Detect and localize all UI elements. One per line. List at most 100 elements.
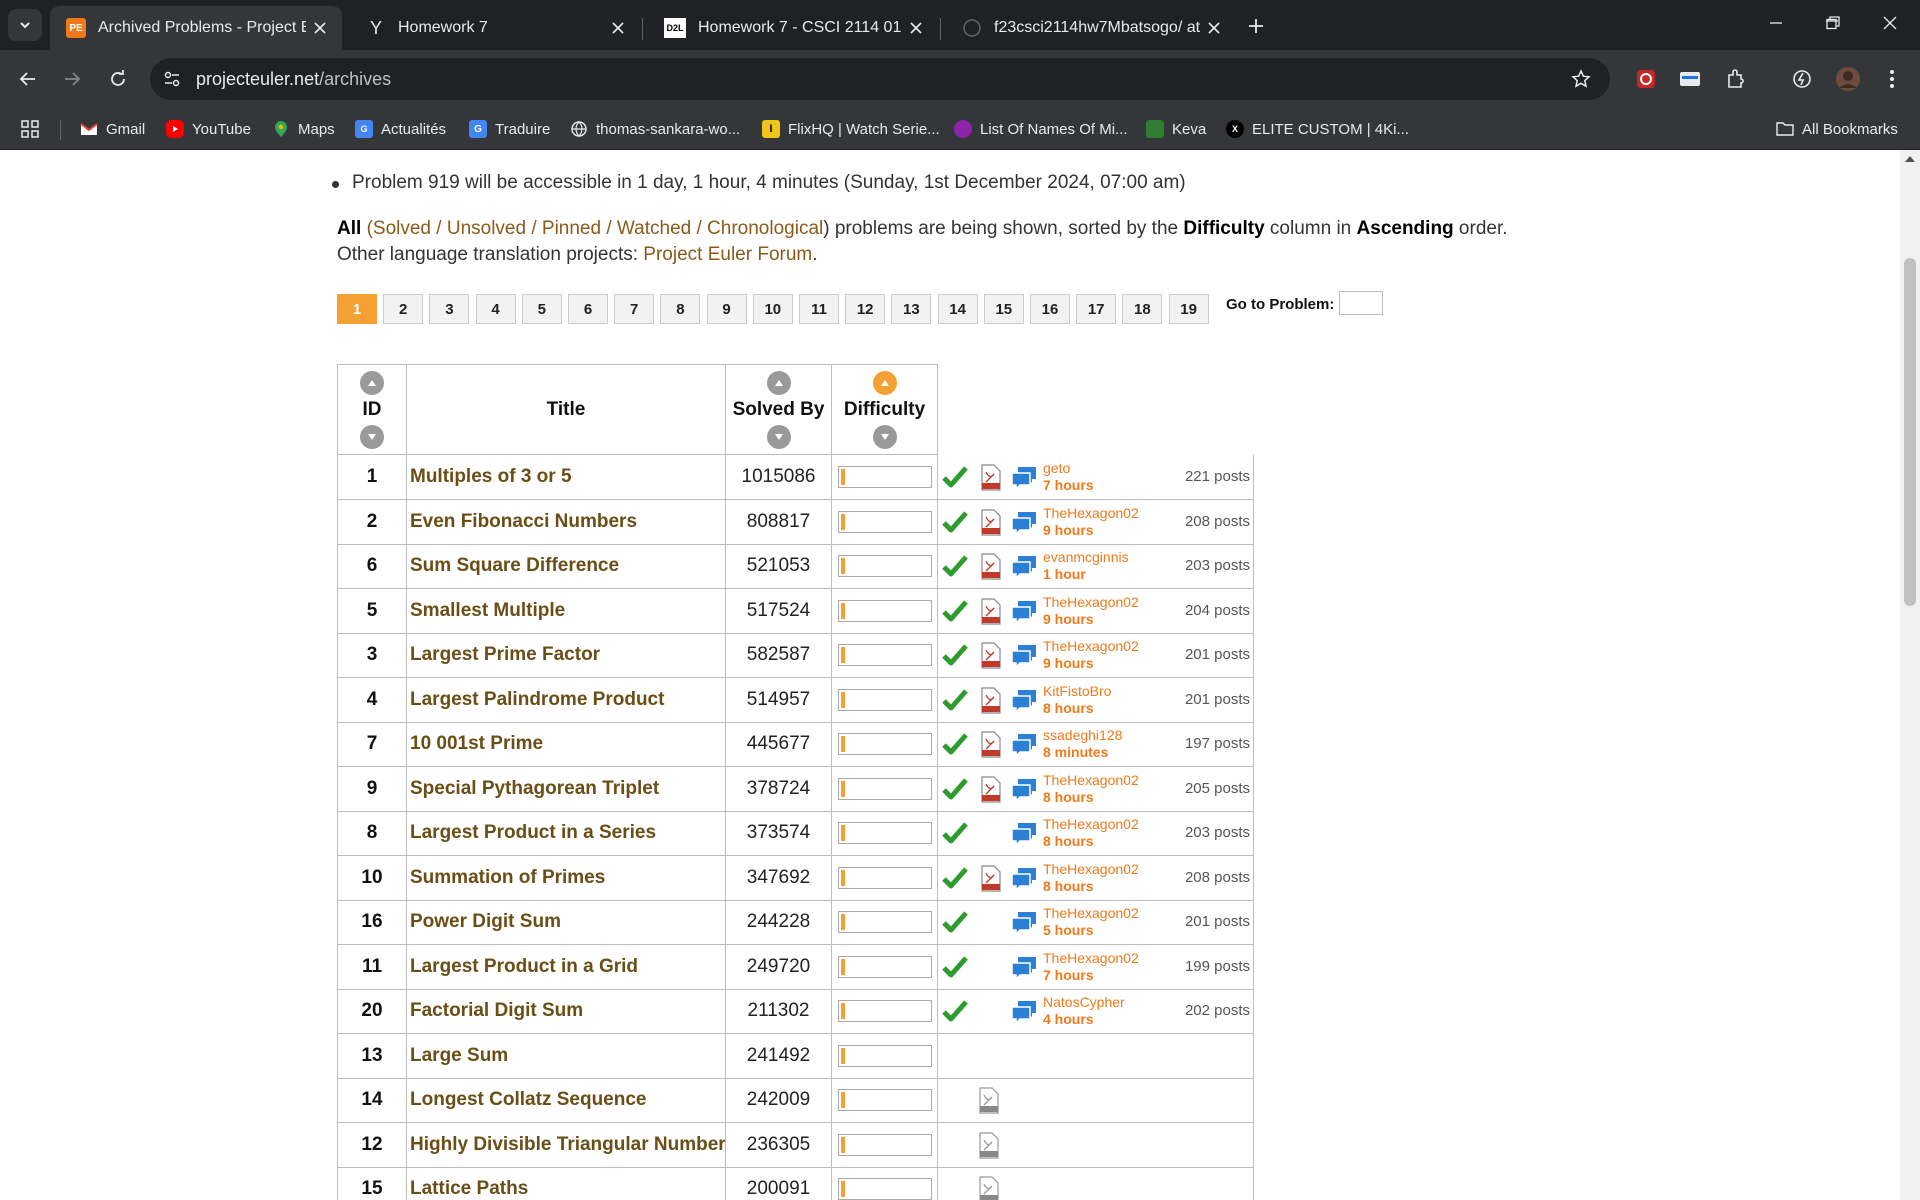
bookmark-star-icon[interactable] <box>1568 66 1594 92</box>
tab-search-button[interactable] <box>8 9 42 41</box>
new-tab-button[interactable] <box>1240 10 1272 42</box>
last-post-user[interactable]: TheHexagon02 <box>1043 950 1139 967</box>
tab-github-repo[interactable]: f23csci2114hw7Mbatsogo/ at m <box>946 6 1236 50</box>
site-info-icon[interactable] <box>158 65 186 93</box>
page-19-button[interactable]: 19 <box>1168 294 1209 324</box>
problem-title-link[interactable]: Factorial Digit Sum <box>406 989 726 1034</box>
page-17-button[interactable]: 17 <box>1076 294 1117 324</box>
extension-red-icon[interactable] <box>1630 63 1662 95</box>
bookmark-thomas-sankara[interactable]: thomas-sankara-wo... <box>570 117 740 141</box>
filter-pinned-link[interactable]: Pinned <box>542 218 601 239</box>
close-tab-icon[interactable] <box>306 14 334 42</box>
avatar[interactable] <box>1832 63 1864 95</box>
pdf-icon[interactable] <box>980 508 1002 536</box>
forum-bubble-icon[interactable] <box>1010 777 1038 803</box>
last-post-user[interactable]: KitFistoBro <box>1043 683 1111 700</box>
forum-bubble-icon[interactable] <box>1010 821 1038 847</box>
page-9-button[interactable]: 9 <box>706 294 747 324</box>
forum-bubble-icon[interactable] <box>1010 554 1038 580</box>
bookmark-traduire[interactable]: G Traduire <box>469 117 550 141</box>
pdf-icon[interactable] <box>980 686 1002 714</box>
extensions-puzzle-icon[interactable] <box>1720 63 1752 95</box>
last-post-user[interactable]: ssadeghi128 <box>1043 727 1122 744</box>
problem-title-link[interactable]: Summation of Primes <box>406 855 726 901</box>
close-tab-icon[interactable] <box>1200 14 1228 42</box>
pdf-icon[interactable] <box>980 775 1002 803</box>
forum-bubble-icon[interactable] <box>1010 866 1038 892</box>
page-8-button[interactable]: 8 <box>660 294 701 324</box>
problem-title-link[interactable]: Sum Square Difference <box>406 544 726 589</box>
page-5-button[interactable]: 5 <box>521 294 562 324</box>
last-post-user[interactable]: TheHexagon02 <box>1043 816 1139 833</box>
bookmark-maps[interactable]: Maps <box>272 117 335 141</box>
last-post-user[interactable]: TheHexagon02 <box>1043 772 1139 789</box>
sort-asc-id-button[interactable] <box>360 370 384 395</box>
bookmark-keva[interactable]: Keva <box>1146 117 1206 141</box>
sort-asc-difficulty-button[interactable] <box>872 370 897 395</box>
translation-forum-link[interactable]: Project Euler Forum <box>643 244 812 265</box>
tab-homework-7[interactable]: Y Homework 7 <box>350 6 640 50</box>
kebab-menu-icon[interactable] <box>1876 63 1908 95</box>
address-bar[interactable]: projecteuler.net/archives <box>150 58 1610 100</box>
tab-project-euler[interactable]: PE Archived Problems - Project Eul <box>50 6 342 50</box>
problem-title-link[interactable]: Largest Product in a Grid <box>406 944 726 990</box>
forum-bubble-icon[interactable] <box>1010 643 1038 669</box>
pdf-icon[interactable] <box>980 553 1002 580</box>
last-post-user[interactable]: TheHexagon02 <box>1043 594 1139 611</box>
sort-desc-solved-button[interactable] <box>766 424 791 449</box>
scrollbar-thumb[interactable] <box>1904 258 1916 606</box>
last-post-user[interactable]: TheHexagon02 <box>1043 861 1139 878</box>
last-post-user[interactable]: TheHexagon02 <box>1043 905 1139 922</box>
page-10-button[interactable]: 10 <box>752 294 793 324</box>
page-1-button[interactable]: 1 <box>337 294 377 324</box>
problem-title-link[interactable]: Largest Product in a Series <box>406 811 726 856</box>
page-16-button[interactable]: 16 <box>1030 294 1070 324</box>
pdf-icon[interactable] <box>978 1176 1000 1200</box>
problem-title-link[interactable]: 10 001st Prime <box>406 722 726 767</box>
bookmark-flixhq[interactable]: I FlixHQ | Watch Serie... <box>762 117 940 141</box>
forum-bubble-icon[interactable] <box>1010 688 1038 714</box>
filter-watched-link[interactable]: Watched <box>617 218 691 239</box>
pdf-icon[interactable] <box>980 642 1002 669</box>
extension-bar-icon[interactable] <box>1674 63 1706 95</box>
filter-unsolved-link[interactable]: Unsolved <box>447 218 526 239</box>
page-14-button[interactable]: 14 <box>937 294 978 324</box>
bookmark-gmail[interactable]: Gmail <box>80 117 145 141</box>
page-3-button[interactable]: 3 <box>429 294 470 324</box>
sort-desc-difficulty-button[interactable] <box>872 424 897 449</box>
problem-title-link[interactable]: Highly Divisible Triangular Number <box>406 1122 726 1168</box>
page-13-button[interactable]: 13 <box>891 294 932 324</box>
forward-button[interactable] <box>54 61 90 97</box>
page-2-button[interactable]: 2 <box>383 294 424 324</box>
page-18-button[interactable]: 18 <box>1122 294 1163 324</box>
page-scrollbar[interactable] <box>1900 150 1920 1200</box>
problem-title-link[interactable]: Multiples of 3 or 5 <box>406 455 726 500</box>
filter-solved-link[interactable]: Solved <box>373 218 431 239</box>
last-post-user[interactable]: geto <box>1043 460 1094 477</box>
performance-icon[interactable] <box>1786 63 1818 95</box>
pdf-icon[interactable] <box>980 731 1002 758</box>
minimize-button[interactable] <box>1756 6 1796 40</box>
page-7-button[interactable]: 7 <box>614 294 655 324</box>
forum-bubble-icon[interactable] <box>1010 910 1038 936</box>
restore-button[interactable] <box>1813 6 1853 40</box>
pdf-icon[interactable] <box>978 1131 1000 1159</box>
last-post-user[interactable]: evanmcginnis <box>1043 549 1129 566</box>
forum-bubble-icon[interactable] <box>1010 955 1038 981</box>
problem-title-link[interactable]: Largest Palindrome Product <box>406 677 726 723</box>
bookmark-list-of-names[interactable]: List Of Names Of Mi... <box>954 117 1128 141</box>
pdf-icon[interactable] <box>978 1087 1000 1114</box>
scroll-up-icon[interactable] <box>1905 156 1915 162</box>
sort-desc-id-button[interactable] <box>360 424 384 449</box>
last-post-user[interactable]: TheHexagon02 <box>1043 505 1139 522</box>
pdf-icon[interactable] <box>980 864 1002 892</box>
problem-title-link[interactable]: Special Pythagorean Triplet <box>406 766 726 812</box>
problem-title-link[interactable]: Smallest Multiple <box>406 588 726 634</box>
page-12-button[interactable]: 12 <box>845 294 886 324</box>
sort-asc-solved-button[interactable] <box>766 370 791 395</box>
apps-grid-button[interactable] <box>20 117 40 141</box>
last-post-user[interactable]: NatosCypher <box>1043 994 1125 1011</box>
all-bookmarks-button[interactable]: All Bookmarks <box>1776 117 1898 141</box>
back-button[interactable] <box>10 61 46 97</box>
page-15-button[interactable]: 15 <box>983 294 1024 324</box>
